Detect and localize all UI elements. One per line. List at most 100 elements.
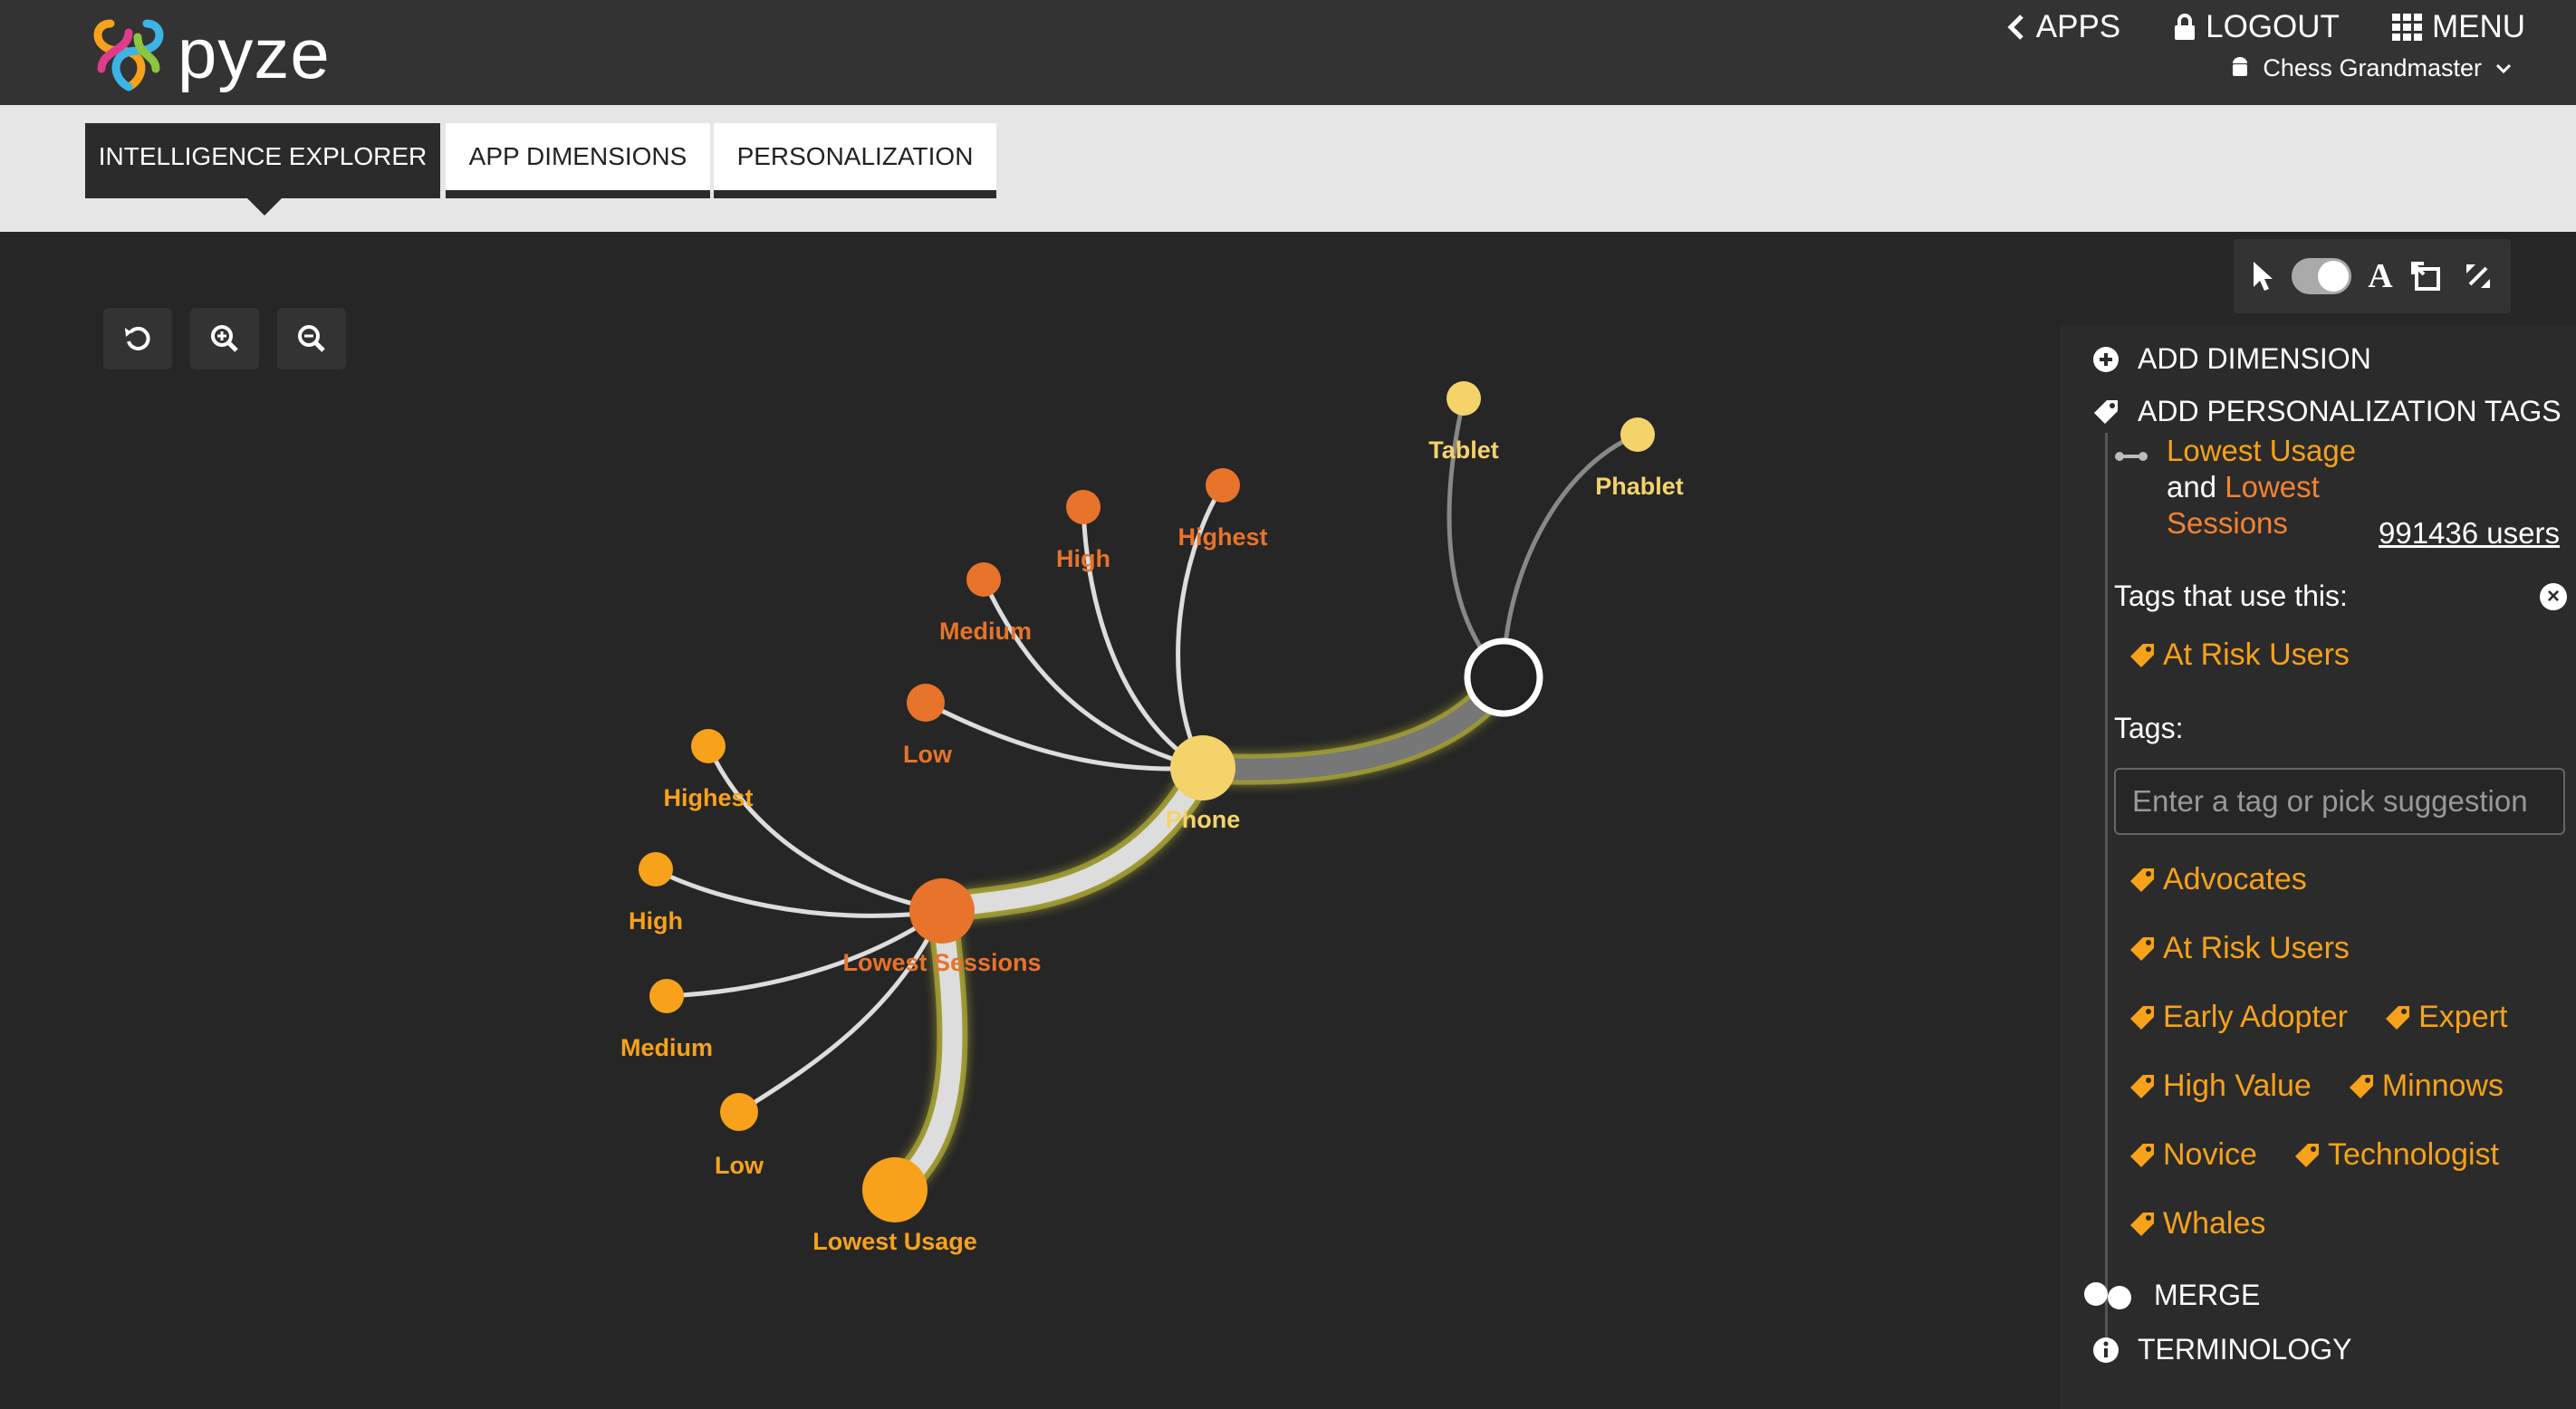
tag-icon xyxy=(2130,1143,2154,1167)
panel-tree-line xyxy=(2105,433,2108,1338)
usage-medium-node[interactable] xyxy=(649,979,684,1013)
session-high-label: High xyxy=(1056,545,1110,572)
tag-minnows[interactable]: Minnows xyxy=(2348,1069,2504,1104)
font-icon[interactable]: A xyxy=(2368,256,2392,296)
tab-app-dimensions[interactable]: APP DIMENSIONS xyxy=(446,123,710,198)
apps-link[interactable]: APPS xyxy=(2005,9,2120,45)
menu-link[interactable]: MENU xyxy=(2391,9,2525,45)
tag-technologist[interactable]: Technologist xyxy=(2293,1137,2499,1173)
tag-early-adopter[interactable]: Early Adopter xyxy=(2129,1000,2348,1035)
pyze-logo-icon xyxy=(93,19,164,91)
tags-use-heading: Tags that use this: xyxy=(2114,580,2348,612)
tag-icon xyxy=(2130,643,2154,667)
tag-icon xyxy=(2130,867,2154,892)
android-icon xyxy=(2233,56,2248,76)
link-sessions-high xyxy=(654,867,943,918)
export-icon[interactable] xyxy=(2409,260,2446,292)
tag-label: Early Adopter xyxy=(2163,1000,2349,1034)
terminology-button[interactable]: TERMINOLOGY xyxy=(2092,1333,2351,1366)
usage-high-node[interactable] xyxy=(639,852,673,887)
pointer-icon[interactable] xyxy=(2251,260,2274,292)
tag-icon xyxy=(2386,1005,2410,1030)
tag-row: High Value Minnows xyxy=(2129,1069,2504,1104)
logout-link[interactable]: LOGOUT xyxy=(2173,9,2340,45)
usage-low-label: Low xyxy=(715,1152,764,1179)
tag-label: At Risk Users xyxy=(2163,931,2350,965)
tag-icon xyxy=(2130,1212,2154,1236)
apps-label: APPS xyxy=(2035,9,2121,44)
chevron-left-icon xyxy=(2007,14,2023,40)
session-high-node[interactable] xyxy=(1066,490,1101,524)
usage-highest-label: Highest xyxy=(663,784,753,811)
grid-icon xyxy=(2391,14,2422,41)
add-dimension-button[interactable]: ADD DIMENSION xyxy=(2092,342,2371,376)
merge-icon xyxy=(2084,1281,2131,1309)
session-low-label: Low xyxy=(903,741,953,768)
toggle-knob xyxy=(2317,261,2349,292)
usage-low-node[interactable] xyxy=(720,1093,758,1131)
phone-node[interactable] xyxy=(1170,735,1235,800)
phone-label: Phone xyxy=(1166,806,1241,833)
session-low-node[interactable] xyxy=(907,684,945,722)
tag-label: Advocates xyxy=(2163,862,2307,896)
link-sessions-highest xyxy=(706,744,943,914)
merge-label: MERGE xyxy=(2154,1279,2261,1311)
session-highest-label: Highest xyxy=(1177,523,1267,551)
session-medium-node[interactable] xyxy=(966,562,1001,597)
link-root-phablet xyxy=(1501,432,1639,678)
used-tag[interactable]: At Risk Users xyxy=(2129,637,2350,673)
tablet-node[interactable] xyxy=(1447,381,1481,416)
terminology-label: TERMINOLOGY xyxy=(2138,1333,2352,1366)
tag-label: High Value xyxy=(2163,1069,2312,1103)
tablet-label: Tablet xyxy=(1428,436,1499,464)
session-medium-label: Medium xyxy=(939,618,1032,645)
filter-description: Lowest Usage and Lowest Sessions xyxy=(2167,433,2366,542)
tag-row: At Risk Users xyxy=(2129,931,2350,966)
usage-highest-node[interactable] xyxy=(691,729,726,763)
tag-label: Whales xyxy=(2163,1206,2266,1241)
tag-icon xyxy=(2294,1143,2319,1167)
session-highest-node[interactable] xyxy=(1206,468,1240,503)
phablet-node[interactable] xyxy=(1620,417,1655,452)
menu-label: MENU xyxy=(2431,9,2525,44)
link-sessions-low xyxy=(737,909,945,1115)
tag-input[interactable] xyxy=(2114,768,2565,835)
app-selector[interactable]: Chess Grandmaster xyxy=(2230,54,2513,82)
tag-icon xyxy=(2130,1005,2154,1030)
top-nav: APPS LOGOUT MENU xyxy=(2005,9,2525,45)
label-toggle[interactable] xyxy=(2291,258,2351,294)
tag-whales[interactable]: Whales xyxy=(2129,1206,2265,1241)
lowest-sessions-node[interactable] xyxy=(909,878,975,944)
lowest-usage-label: Lowest Usage xyxy=(812,1228,977,1255)
side-panel: ADD DIMENSION ADD PERSONALIZATION TAGS L… xyxy=(2060,326,2576,1409)
tag-icon xyxy=(2130,936,2154,961)
info-icon xyxy=(2093,1337,2119,1363)
lock-icon xyxy=(2175,14,2196,40)
tag-row: Novice Technologist xyxy=(2129,1137,2499,1173)
tag-row: Early Adopter Expert xyxy=(2129,1000,2507,1035)
root-node[interactable] xyxy=(1464,637,1543,717)
usage-high-label: High xyxy=(629,907,683,935)
add-personalization-tags-button[interactable]: ADD PERSONALIZATION TAGS xyxy=(2092,395,2562,428)
tag-high-value[interactable]: High Value xyxy=(2129,1069,2312,1104)
close-icon[interactable]: × xyxy=(2540,583,2567,610)
tag-label: Expert xyxy=(2418,1000,2508,1034)
fullscreen-icon[interactable] xyxy=(2463,261,2494,292)
tag-advocates[interactable]: Advocates xyxy=(2129,862,2307,897)
users-count-link[interactable]: 991436 users xyxy=(2379,516,2560,551)
phablet-label: Phablet xyxy=(1595,473,1684,500)
tab-intelligence-explorer[interactable]: INTELLIGENCE EXPLORER xyxy=(85,123,440,198)
tab-personalization[interactable]: PERSONALIZATION xyxy=(714,123,996,198)
tag-expert[interactable]: Expert xyxy=(2384,1000,2507,1035)
brand-name: pyze xyxy=(178,14,331,93)
lowest-usage-node[interactable] xyxy=(862,1157,928,1222)
tag-novice[interactable]: Novice xyxy=(2129,1137,2257,1173)
explorer-canvas[interactable]: Tablet Phablet Phone Low Medium High Hig… xyxy=(0,232,2576,1409)
tag-at-risk-users[interactable]: At Risk Users xyxy=(2129,931,2350,966)
dimension-graph[interactable]: Tablet Phablet Phone Low Medium High Hig… xyxy=(0,232,2047,1409)
pyze-logo[interactable]: pyze xyxy=(83,5,337,96)
filter-part1: Lowest Usage xyxy=(2167,434,2357,467)
app-name: Chess Grandmaster xyxy=(2263,54,2482,81)
merge-button[interactable]: MERGE xyxy=(2083,1279,2260,1312)
canvas-toolbar: A xyxy=(2234,239,2511,313)
